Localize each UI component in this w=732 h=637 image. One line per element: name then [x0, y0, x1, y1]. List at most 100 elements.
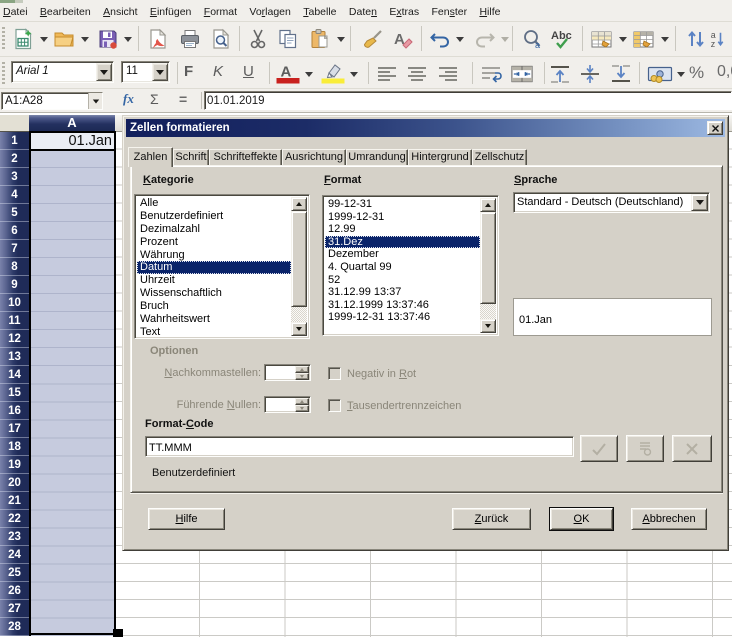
tab-ausrichtung[interactable]: Ausrichtung — [282, 149, 346, 165]
negative-red-label[interactable]: Negativ in Rot — [347, 368, 416, 380]
scrollbar-thumb[interactable] — [291, 211, 307, 307]
number-format-decimal-button[interactable]: 0,0 — [717, 63, 732, 81]
decimal-places-spinner[interactable] — [264, 364, 311, 381]
row-header-21[interactable]: 21 — [0, 492, 29, 510]
row-header-27[interactable]: 27 — [0, 600, 29, 618]
dialog-titlebar[interactable]: Zellen formatieren — [126, 119, 725, 137]
menu-vorlagen[interactable]: Vorlagen — [243, 3, 297, 21]
format-item[interactable]: 1999-12-31 13:37:46 — [325, 311, 480, 324]
clone-formatting-button[interactable] — [361, 27, 385, 51]
category-item[interactable]: Prozent — [137, 236, 291, 249]
highlight-color-button[interactable] — [321, 61, 345, 85]
menu-bearbeiten[interactable]: Bearbeiten — [34, 3, 97, 21]
language-combo[interactable]: Standard - Deutsch (Deutschland) — [513, 192, 710, 213]
redo-button[interactable] — [473, 27, 497, 51]
row-header-4[interactable]: 4 — [0, 186, 29, 204]
menu-einfuegen[interactable]: Einfügen — [144, 3, 198, 21]
align-top-button[interactable] — [548, 62, 572, 86]
font-size-combo[interactable]: 11 — [121, 61, 170, 83]
spin-up-button[interactable] — [295, 398, 309, 405]
row-header-22[interactable]: 22 — [0, 510, 29, 528]
back-button[interactable]: Zurück — [452, 508, 531, 530]
format-item[interactable]: 99-12-31 — [325, 198, 480, 211]
sort-ascending-button[interactable]: az — [709, 27, 732, 51]
columns-button[interactable] — [632, 27, 656, 51]
format-item[interactable]: 4. Quartal 99 — [325, 261, 480, 274]
row-header-16[interactable]: 16 — [0, 402, 29, 420]
open-dropdown[interactable] — [81, 37, 89, 42]
row-header-7[interactable]: 7 — [0, 240, 29, 258]
font-name-combo[interactable]: Arial 1 — [11, 61, 114, 83]
edit-comment-button[interactable] — [626, 435, 664, 462]
help-button[interactable]: Hilfe — [148, 508, 225, 530]
tab-zellschutz[interactable]: Zellschutz — [472, 149, 527, 165]
rows-button[interactable] — [590, 27, 614, 51]
row-header-26[interactable]: 26 — [0, 582, 29, 600]
scroll-up-button[interactable] — [480, 198, 496, 212]
negative-red-checkbox[interactable] — [328, 367, 341, 380]
row-header-3[interactable]: 3 — [0, 168, 29, 186]
thousands-separator-label[interactable]: Tausendertrennzeichen — [347, 400, 461, 412]
currency-format-button[interactable] — [646, 62, 674, 86]
format-item[interactable]: 1999-12-31 — [325, 211, 480, 224]
format-item-selected[interactable]: 31.Dez — [325, 236, 480, 249]
category-item[interactable]: Alle — [137, 197, 291, 210]
equals-button[interactable]: = — [179, 91, 187, 107]
scrollbar-thumb[interactable] — [480, 212, 496, 304]
column-header-a[interactable]: A — [29, 115, 115, 132]
align-bottom-button[interactable] — [609, 62, 633, 86]
row-header-17[interactable]: 17 — [0, 420, 29, 438]
format-item[interactable]: 31.12.1999 13:37:46 — [325, 299, 480, 312]
sum-button[interactable]: Σ — [150, 91, 159, 107]
select-all-corner[interactable] — [0, 115, 30, 132]
font-color-dropdown[interactable] — [305, 72, 313, 77]
percent-format-button[interactable]: % — [689, 63, 704, 83]
category-item-selected[interactable]: Datum — [137, 261, 291, 274]
thousands-separator-checkbox[interactable] — [328, 399, 341, 412]
rows-dropdown[interactable] — [619, 37, 627, 42]
scroll-up-button[interactable] — [291, 197, 307, 211]
tab-schrift[interactable]: Schrift — [173, 149, 209, 165]
format-item[interactable]: 31.12.99 13:37 — [325, 286, 480, 299]
align-center-button[interactable] — [405, 62, 429, 86]
tab-schrifteffekte[interactable]: Schrifteffekte — [209, 149, 282, 165]
new-document-dropdown[interactable] — [40, 37, 48, 42]
scroll-down-button[interactable] — [291, 322, 307, 336]
row-header-10[interactable]: 10 — [0, 294, 29, 312]
selection-handle[interactable] — [113, 629, 123, 637]
row-header-13[interactable]: 13 — [0, 348, 29, 366]
menu-hilfe[interactable]: Hilfe — [473, 3, 506, 21]
category-listbox[interactable]: Alle Benutzerdefiniert Dezimalzahl Proze… — [134, 194, 310, 339]
format-scrollbar[interactable] — [480, 198, 496, 333]
row-header-11[interactable]: 11 — [0, 312, 29, 330]
cut-button[interactable] — [246, 27, 270, 51]
row-header-14[interactable]: 14 — [0, 366, 29, 384]
category-item[interactable]: Währung — [137, 249, 291, 262]
spin-down-button[interactable] — [295, 373, 309, 380]
format-item[interactable]: 12.99 — [325, 223, 480, 236]
row-header-15[interactable]: 15 — [0, 384, 29, 402]
cancel-button[interactable]: Abbrechen — [631, 508, 707, 530]
name-box-dropdown[interactable] — [88, 93, 102, 109]
row-header-5[interactable]: 5 — [0, 204, 29, 222]
language-dropdown[interactable] — [691, 194, 708, 211]
undo-button[interactable] — [428, 27, 452, 51]
selected-range-a2-a28[interactable] — [29, 150, 115, 637]
add-format-button[interactable] — [580, 435, 618, 462]
toolbar-grip[interactable] — [2, 27, 5, 51]
redo-dropdown[interactable] — [501, 37, 509, 42]
font-color-button[interactable]: A — [276, 61, 300, 85]
row-header-25[interactable]: 25 — [0, 564, 29, 582]
save-dropdown[interactable] — [124, 37, 132, 42]
format-listbox[interactable]: 99-12-31 1999-12-31 12.99 31.Dez Dezembe… — [322, 195, 499, 336]
function-wizard-button[interactable]: fx — [123, 91, 134, 107]
font-size-dropdown[interactable] — [152, 63, 168, 81]
row-header-20[interactable]: 20 — [0, 474, 29, 492]
row-header-19[interactable]: 19 — [0, 456, 29, 474]
print-preview-button[interactable] — [209, 27, 233, 51]
new-document-button[interactable] — [11, 27, 35, 51]
export-pdf-button[interactable] — [146, 27, 170, 51]
bold-button[interactable]: F — [184, 63, 193, 80]
row-header-23[interactable]: 23 — [0, 528, 29, 546]
tab-hintergrund[interactable]: Hintergrund — [408, 149, 472, 165]
